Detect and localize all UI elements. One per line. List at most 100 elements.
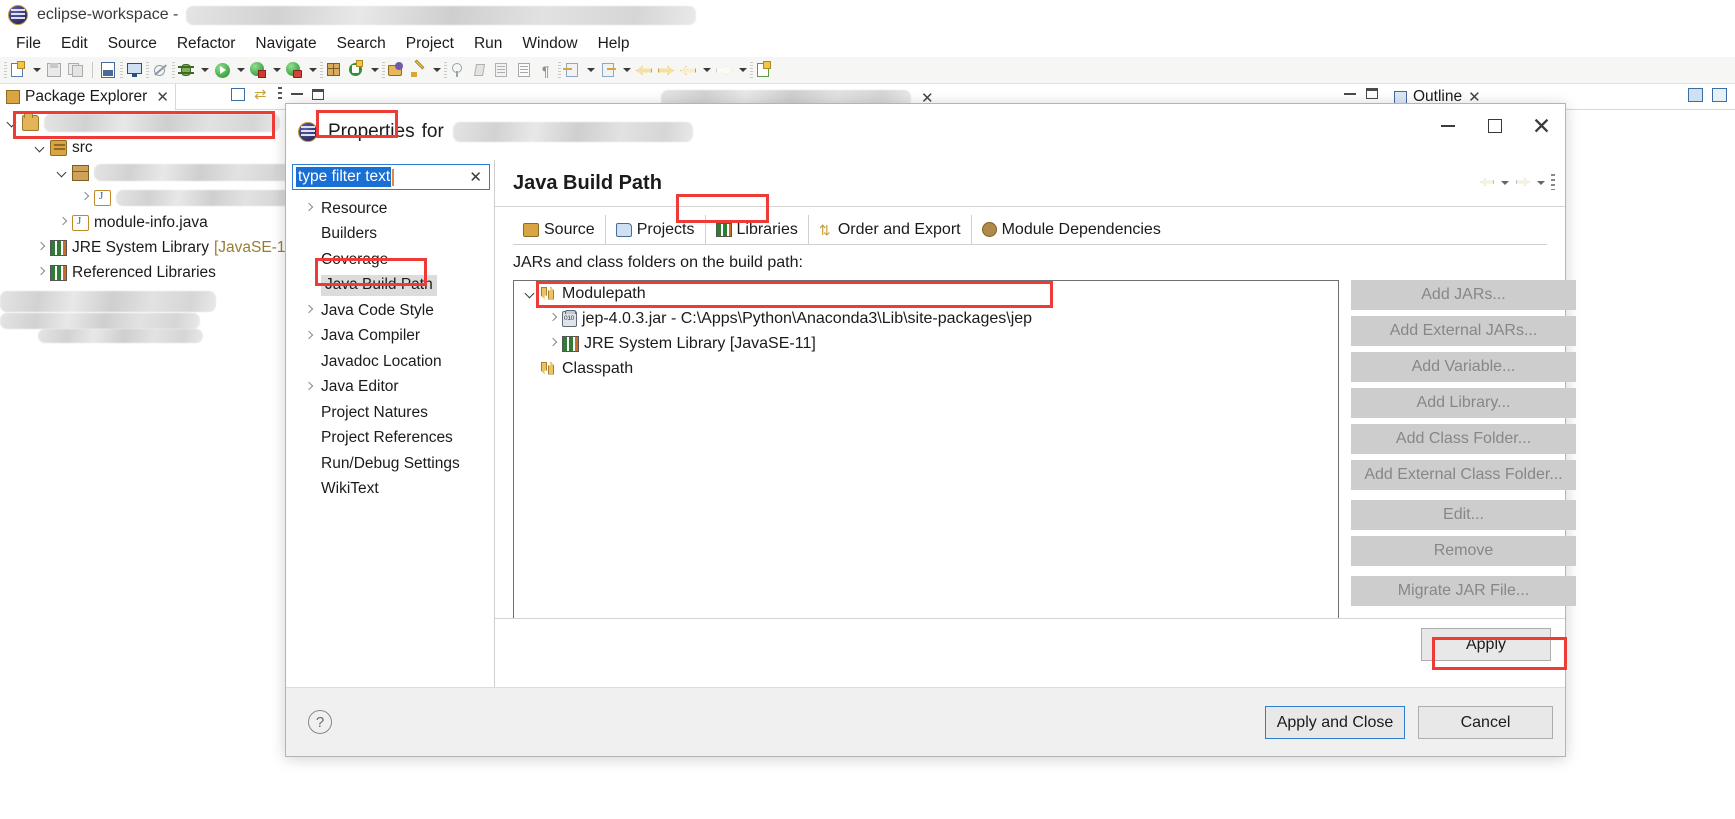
tab-source[interactable]: Source [513,215,606,244]
expand-arrow-icon[interactable] [524,287,537,300]
build-icon[interactable] [98,60,119,80]
last-edit-icon[interactable] [492,60,513,80]
run-external-tools-icon[interactable] [248,60,269,80]
expand-arrow-icon[interactable] [34,241,47,254]
menu-navigate[interactable]: Navigate [245,33,326,55]
expand-arrow-icon[interactable] [78,191,91,204]
tab-package-explorer[interactable]: Package Explorer ✕ [0,84,176,110]
paragraph-mark-icon[interactable]: ¶ [536,60,557,80]
filter-icon[interactable] [1712,88,1727,102]
tab-projects[interactable]: Projects [606,215,706,244]
open-task-icon[interactable] [408,59,429,80]
menu-window[interactable]: Window [512,33,587,55]
expand-arrow-icon[interactable] [302,381,315,394]
tab-module-dependencies[interactable]: Module Dependencies [972,215,1171,244]
forward-icon[interactable] [714,60,735,80]
forward-icon[interactable] [1515,174,1531,190]
menu-run[interactable]: Run [464,33,512,55]
menu-source[interactable]: Source [98,33,167,55]
open-console-icon[interactable] [124,60,145,80]
menu-refactor[interactable]: Refactor [167,33,246,55]
new-package-icon[interactable] [324,60,345,80]
edit-button[interactable]: Edit... [1351,500,1576,530]
nav-item-java-editor[interactable]: Java Editor [286,375,494,401]
apply-button[interactable]: Apply [1421,628,1551,661]
add-library-button[interactable]: Add Library... [1351,388,1576,418]
tree-item-java-file[interactable] [0,185,330,210]
list-item-classpath[interactable]: Classpath [514,356,1338,381]
expand-arrow-icon[interactable] [6,116,19,129]
view-menu-icon[interactable] [278,87,282,101]
add-external-class-folder-button[interactable]: Add External Class Folder... [1351,460,1576,490]
close-button[interactable]: ✕ [1518,104,1565,148]
minimize-icon[interactable] [291,93,303,95]
coverage-icon[interactable] [284,60,305,80]
menu-search[interactable]: Search [327,33,396,55]
add-variable-button[interactable]: Add Variable... [1351,352,1576,382]
tab-order-and-export[interactable]: ⇅ Order and Export [809,215,972,244]
toolbar-drag-handle[interactable] [4,62,7,78]
help-icon[interactable]: ? [308,710,332,734]
tree-item-src[interactable]: src [0,135,330,160]
nav-item-java-compiler[interactable]: Java Compiler [286,324,494,350]
list-item-jre-system-library[interactable]: JRE System Library [JavaSE-11] [514,331,1338,356]
back-history-icon[interactable] [634,60,655,80]
cancel-button[interactable]: Cancel [1418,706,1553,739]
search-icon[interactable] [448,60,469,80]
run-icon[interactable] [212,60,233,80]
back-dropdown-icon[interactable] [700,60,713,80]
external-tools-dropdown-icon[interactable] [270,60,283,80]
migrate-jar-file-button[interactable]: Migrate JAR File... [1351,576,1576,606]
tree-item-module-info[interactable]: module-info.java [0,210,330,235]
filter-input[interactable]: type filter text ✕ [292,164,490,190]
tree-item-package[interactable] [0,160,330,185]
nav-item-java-code-style[interactable]: Java Code Style [286,298,494,324]
debug-dropdown-icon[interactable] [198,60,211,80]
expand-arrow-icon[interactable] [546,312,559,325]
add-jars-button[interactable]: Add JARs... [1351,280,1576,310]
nav-item-java-build-path[interactable]: Java Build Path [286,273,494,299]
nav-item-project-references[interactable]: Project References [286,426,494,452]
list-item-jep-jar[interactable]: jep-4.0.3.jar - C:\Apps\Python\Anaconda3… [514,306,1338,331]
previous-edit-icon[interactable] [562,60,583,80]
open-type-icon[interactable] [386,60,407,80]
nav-item-resource[interactable]: Resource [286,196,494,222]
next-edit-icon[interactable] [598,60,619,80]
debug-icon[interactable] [176,60,197,80]
remove-button[interactable]: Remove [1351,536,1576,566]
add-external-jars-button[interactable]: Add External JARs... [1351,316,1576,346]
nav-item-wikitext[interactable]: WikiText [286,477,494,503]
expand-arrow-icon[interactable] [34,266,47,279]
add-class-folder-button[interactable]: Add Class Folder... [1351,424,1576,454]
list-item-modulepath[interactable]: Modulepath [514,281,1338,306]
maximize-button[interactable] [1471,104,1518,148]
new-class-icon[interactable] [346,60,367,80]
expand-arrow-icon[interactable] [56,166,69,179]
maximize-icon[interactable] [1366,88,1378,99]
expand-arrow-icon[interactable] [302,304,315,317]
new-editor-icon[interactable] [754,60,775,80]
build-path-list[interactable]: Modulepath jep-4.0.3.jar - C:\Apps\Pytho… [513,280,1339,650]
expand-arrow-icon[interactable] [34,141,47,154]
maximize-icon[interactable] [312,88,324,100]
tree-item-jre-system-library[interactable]: JRE System Library [JavaSE-11] [0,235,330,260]
menu-file[interactable]: File [6,33,51,55]
back-icon[interactable] [1479,174,1495,190]
annotation-icon[interactable] [470,60,491,80]
sort-icon[interactable] [1688,88,1703,102]
tree-item-referenced-libraries[interactable]: Referenced Libraries [0,260,330,285]
menu-help[interactable]: Help [588,33,640,55]
expand-arrow-icon[interactable] [56,216,69,229]
new-wizard-dropdown-icon[interactable] [30,60,43,80]
back-icon[interactable] [678,60,699,80]
skip-breakpoints-icon[interactable] [150,60,171,80]
nav-item-builders[interactable]: Builders [286,222,494,248]
next-edit-dropdown-icon[interactable] [620,60,633,80]
nav-item-run-debug-settings[interactable]: Run/Debug Settings [286,451,494,477]
nav-item-project-natures[interactable]: Project Natures [286,400,494,426]
view-menu-icon[interactable] [1551,174,1555,190]
save-icon[interactable] [44,60,65,80]
apply-and-close-button[interactable]: Apply and Close [1265,706,1405,739]
expand-arrow-icon[interactable] [546,337,559,350]
next-annotation-icon[interactable] [514,60,535,80]
